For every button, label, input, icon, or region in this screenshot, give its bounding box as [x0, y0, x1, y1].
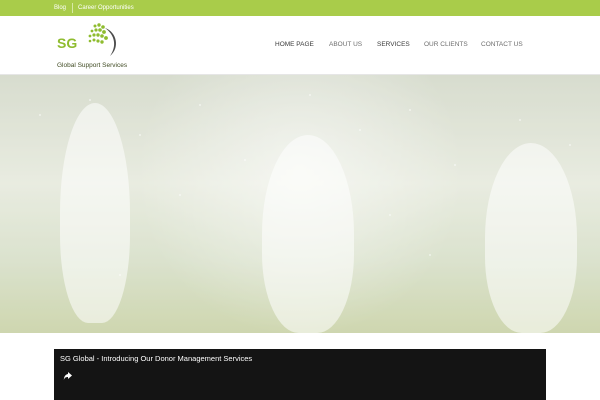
nav-contact-us[interactable]: CONTACT US	[481, 41, 523, 48]
hero-water-spray	[39, 94, 571, 276]
hero-child-right	[485, 143, 577, 333]
site-logo[interactable]: SG Global Support Services	[57, 20, 137, 72]
hero-image	[0, 75, 600, 333]
share-arrow-icon[interactable]	[63, 371, 73, 381]
nav-about-us[interactable]: ABOUT US	[329, 41, 362, 48]
logo-company-name: Global Support Services	[57, 62, 128, 69]
video-player[interactable]: SG Global - Introducing Our Donor Manage…	[54, 349, 546, 400]
top-bar-divider	[72, 3, 73, 13]
hero-child-left	[60, 103, 130, 323]
nav-home-page[interactable]: HOME PAGE	[275, 41, 314, 48]
top-bar: Blog Career Opportunities	[0, 0, 600, 16]
career-opportunities-link[interactable]: Career Opportunities	[78, 3, 134, 13]
nav-our-clients[interactable]: OUR CLIENTS	[424, 41, 468, 48]
nav-services[interactable]: SERVICES	[377, 41, 410, 48]
hero-child-center	[262, 135, 354, 333]
logo-initials: SG	[57, 35, 77, 51]
logo-mark: SG	[57, 23, 117, 56]
blog-link[interactable]: Blog	[54, 3, 66, 13]
video-title: SG Global - Introducing Our Donor Manage…	[60, 354, 253, 363]
